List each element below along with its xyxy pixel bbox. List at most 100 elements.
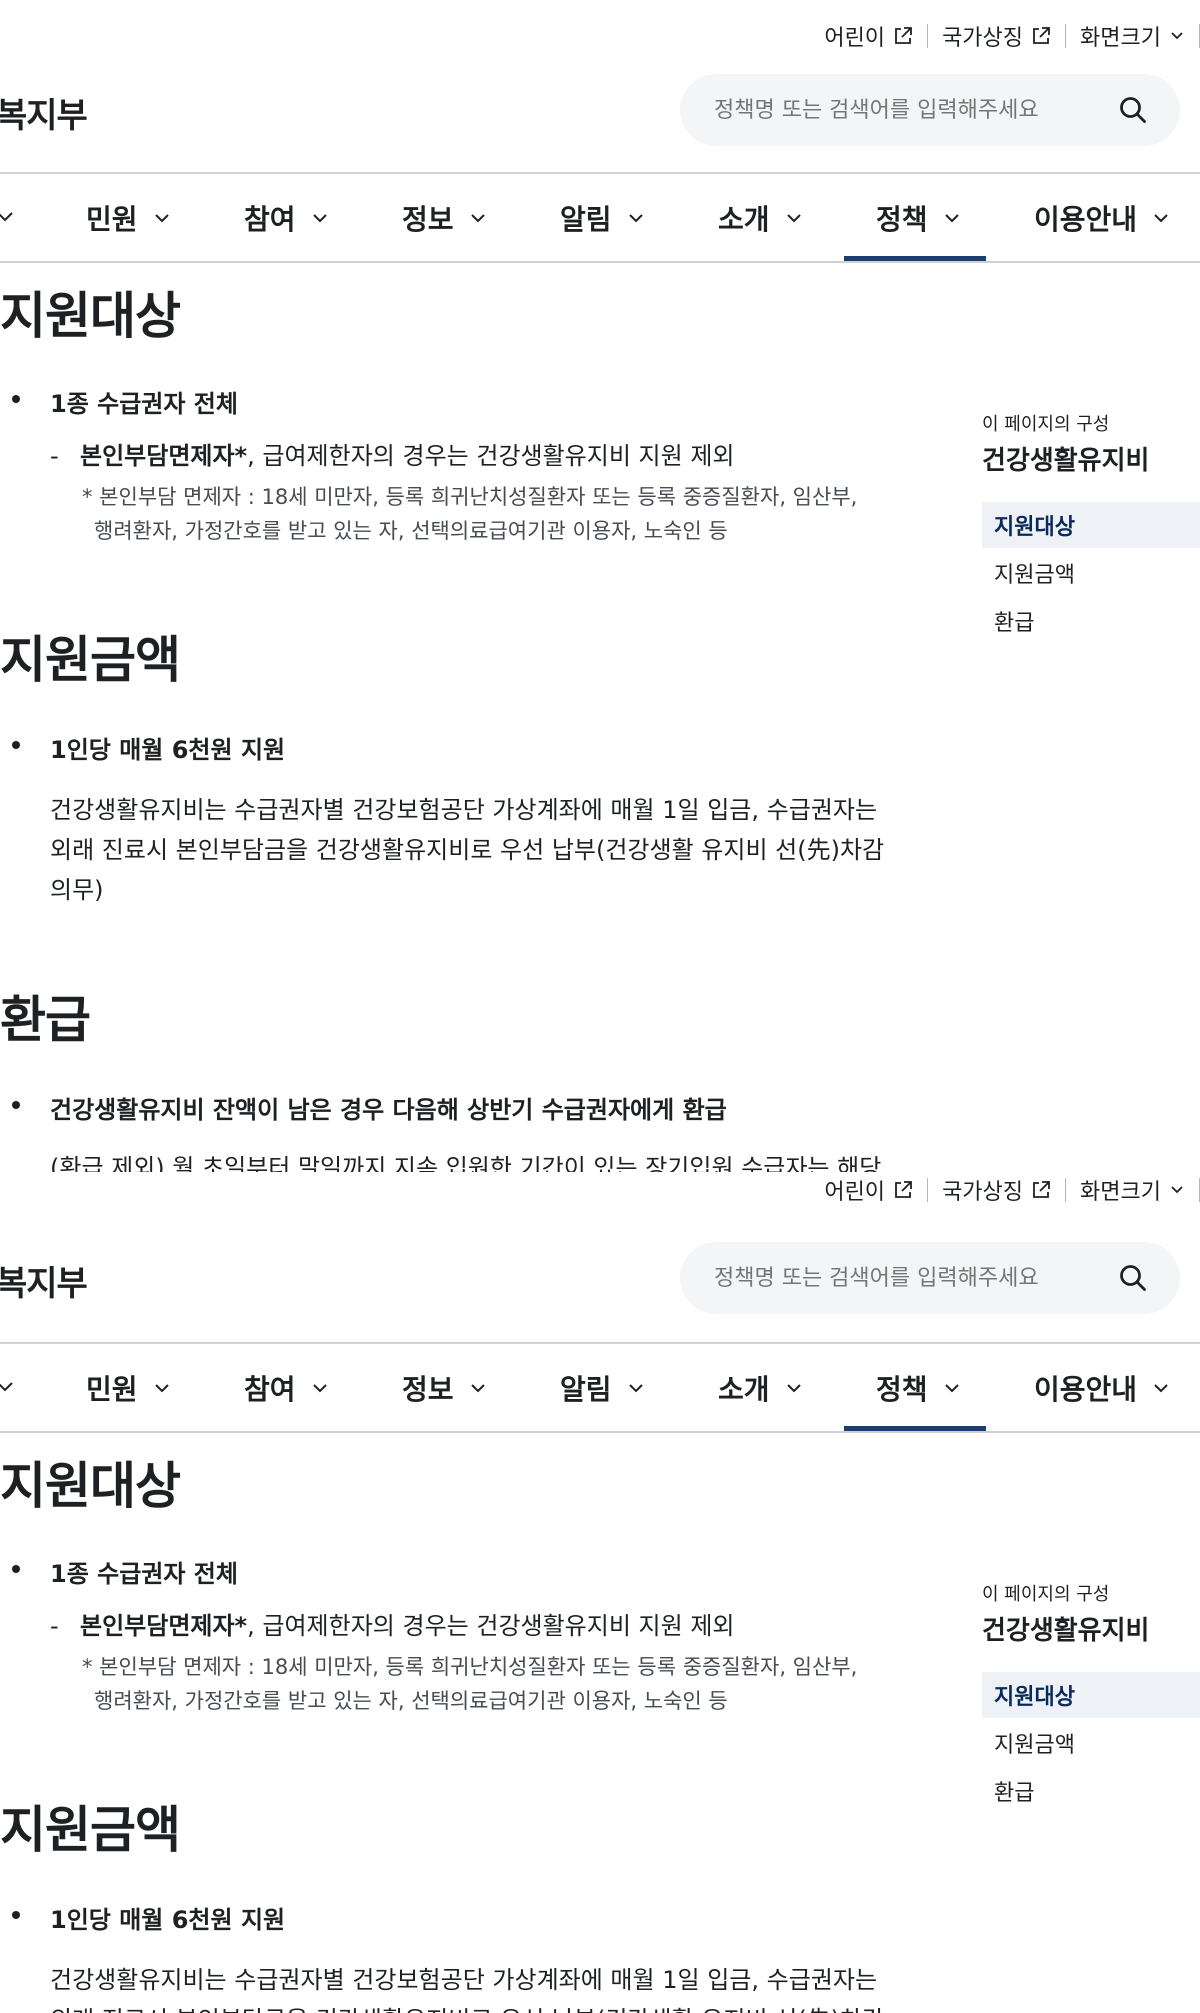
bullet-dot <box>12 395 20 403</box>
toc-item-amount[interactable]: 지원금액 <box>982 550 1200 596</box>
paragraph-line: 건강생활유지비는 수급권자별 건강보험공단 가상계좌에 매월 1일 입금, 수급… <box>50 1966 878 1994</box>
utility-bar: 어린이 국가상징 화면크기 <box>810 1172 1200 1208</box>
dash-mark: - <box>50 1612 59 1640</box>
toc-title: 건강생활유지비 <box>982 446 1150 476</box>
chevron-down-icon <box>1154 214 1168 223</box>
chevron-down-icon <box>312 214 327 223</box>
chevron-down-icon <box>154 214 169 223</box>
nav-tab-label: 정책 <box>876 1373 928 1406</box>
font-size-dropdown[interactable]: 화면크기 <box>1066 20 1199 52</box>
search-box <box>680 74 1180 146</box>
nav-tab-label: 소개 <box>718 203 770 236</box>
sub-item: - 본인부담면제자*, 급여제한자의 경우는 건강생활유지비 지원 제외 <box>50 1606 735 1641</box>
toc-item-amount[interactable]: 지원금액 <box>982 1720 1200 1766</box>
toc-item-label: 지원대상 <box>994 1685 1075 1710</box>
toc-item-refund[interactable]: 환급 <box>982 1768 1200 1814</box>
search-icon[interactable] <box>1118 95 1148 125</box>
font-size-dropdown[interactable]: 화면크기 <box>1066 1174 1199 1206</box>
chevron-down-icon <box>628 1384 643 1393</box>
nav-tab-participation[interactable]: 참여 <box>244 174 330 262</box>
chevron-down-icon[interactable] <box>0 1376 16 1398</box>
chevron-down-icon <box>1154 1384 1168 1393</box>
nav-tab-info[interactable]: 정보 <box>402 174 488 262</box>
nav-tab-label: 이용안내 <box>1034 203 1138 236</box>
nav-tab-label: 알림 <box>560 1373 612 1406</box>
nav-divider <box>0 1431 1200 1433</box>
nav-tab-label: 정보 <box>402 1373 454 1406</box>
nav-tab-about[interactable]: 소개 <box>718 1344 804 1432</box>
nav-tab-notice[interactable]: 알림 <box>560 1344 646 1432</box>
toc-item-label: 지원금액 <box>994 563 1075 588</box>
nav-tab-label: 민원 <box>86 1373 138 1406</box>
toc-item-refund[interactable]: 환급 <box>982 598 1200 644</box>
screenshot-top: 어린이 국가상징 화면크기 복지부 민원 참여 정보 알림 소개 정책 이용안내… <box>0 0 1200 1172</box>
bullet-dot <box>12 741 20 749</box>
paragraph-line: 의무) <box>50 876 104 904</box>
nav-tab-participation[interactable]: 참여 <box>244 1344 330 1432</box>
toc-caption: 이 페이지의 구성 <box>982 1584 1110 1605</box>
nav-tab-label: 민원 <box>86 203 138 236</box>
nav-tab-notice[interactable]: 알림 <box>560 174 646 262</box>
nav-tab-info[interactable]: 정보 <box>402 1344 488 1432</box>
toc-caption: 이 페이지의 구성 <box>982 414 1110 435</box>
toc-item-label: 지원대상 <box>994 515 1075 540</box>
paragraph: 건강생활유지비는 수급권자별 건강보험공단 가상계좌에 매월 1일 입금, 수급… <box>50 790 920 910</box>
sub-item-bold: 본인부담면제자* <box>80 1612 248 1640</box>
footnote-line: * 본인부담 면제자 : 18세 미만자, 등록 희귀난치성질환자 또는 등록 … <box>82 485 858 509</box>
chevron-down-icon[interactable] <box>0 206 16 228</box>
nav-tab-guide[interactable]: 이용안내 <box>1034 1344 1171 1432</box>
nav-tab-label: 알림 <box>560 203 612 236</box>
search-input[interactable] <box>712 96 1118 124</box>
chevron-down-icon <box>944 1384 959 1393</box>
nav-tab-label: 이용안내 <box>1034 1373 1138 1406</box>
nav-tab-about[interactable]: 소개 <box>718 174 804 262</box>
kids-link-label: 어린이 <box>824 1180 886 1205</box>
chevron-down-icon <box>312 1384 327 1393</box>
nav-tab-policy[interactable]: 정책 <box>844 1344 985 1432</box>
toc-item-target[interactable]: 지원대상 <box>982 1672 1200 1718</box>
logo-text: 복지부 <box>0 96 88 136</box>
kids-link[interactable]: 어린이 <box>810 1174 927 1206</box>
chevron-down-icon <box>944 214 959 223</box>
paragraph: 건강생활유지비는 수급권자별 건강보험공단 가상계좌에 매월 1일 입금, 수급… <box>50 1960 920 2013</box>
nav-tab-policy[interactable]: 정책 <box>844 174 985 262</box>
nav-tab-label: 소개 <box>718 1373 770 1406</box>
nav-tab-civil[interactable]: 민원 <box>86 1344 172 1432</box>
section-heading-target: 지원대상 <box>0 287 181 345</box>
paragraph-line: 외래 진료시 본인부담금을 건강생활유지비로 우선 납부(건강생활 유지비 선(… <box>50 836 885 864</box>
footnote-line: 행려환자, 가정간호를 받고 있는 자, 선택의료급여기관 이용자, 노숙인 등 <box>94 519 728 543</box>
search-input[interactable] <box>712 1264 1118 1292</box>
search-icon[interactable] <box>1118 1263 1148 1293</box>
site-logo[interactable]: 복지부 <box>0 88 88 137</box>
nav-tab-guide[interactable]: 이용안내 <box>1034 174 1171 262</box>
kids-link[interactable]: 어린이 <box>810 20 927 52</box>
kids-link-label: 어린이 <box>824 26 886 51</box>
nav-tab-label: 정책 <box>876 203 928 236</box>
bullet-dot <box>12 1101 20 1109</box>
bullet-text: 1인당 매월 6천원 지원 <box>50 1906 286 1934</box>
bullet-text: 1인당 매월 6천원 지원 <box>50 736 286 764</box>
toc-title: 건강생활유지비 <box>982 1616 1150 1646</box>
bullet-text: 1종 수급권자 전체 <box>50 390 238 418</box>
paragraph-line: (환급 제외) 월 초일부터 말일까지 지속 입원한 기간이 있는 장기입원 수… <box>50 1154 882 1172</box>
site-logo[interactable]: 복지부 <box>0 1256 88 1305</box>
toc-item-label: 환급 <box>994 611 1035 636</box>
external-link-icon <box>895 27 912 44</box>
section-heading-amount: 지원금액 <box>0 631 181 689</box>
sub-item: - 본인부담면제자*, 급여제한자의 경우는 건강생활유지비 지원 제외 <box>50 436 735 471</box>
paragraph-line: 외래 진료시 본인부담금을 건강생활유지비로 우선 납부(건강생활 유지비 선(… <box>50 2000 920 2013</box>
toc-item-target[interactable]: 지원대상 <box>982 502 1200 548</box>
nav-tab-civil[interactable]: 민원 <box>86 174 172 262</box>
font-size-label: 화면크기 <box>1080 26 1161 51</box>
bullet-text: 1종 수급권자 전체 <box>50 1560 238 1588</box>
nav-divider <box>0 261 1200 263</box>
toc-item-label: 지원금액 <box>994 1733 1075 1758</box>
paragraph-cut: (환급 제외) 월 초일부터 말일까지 지속 입원한 기간이 있는 장기입원 수… <box>50 1148 920 1172</box>
external-link-icon <box>1033 1181 1050 1198</box>
chevron-down-icon <box>1171 1186 1183 1194</box>
bullet-dot <box>12 1911 20 1919</box>
national-symbol-link[interactable]: 국가상징 <box>928 1174 1065 1206</box>
chevron-down-icon <box>786 214 801 223</box>
chevron-down-icon <box>470 214 485 223</box>
national-symbol-link[interactable]: 국가상징 <box>928 20 1065 52</box>
